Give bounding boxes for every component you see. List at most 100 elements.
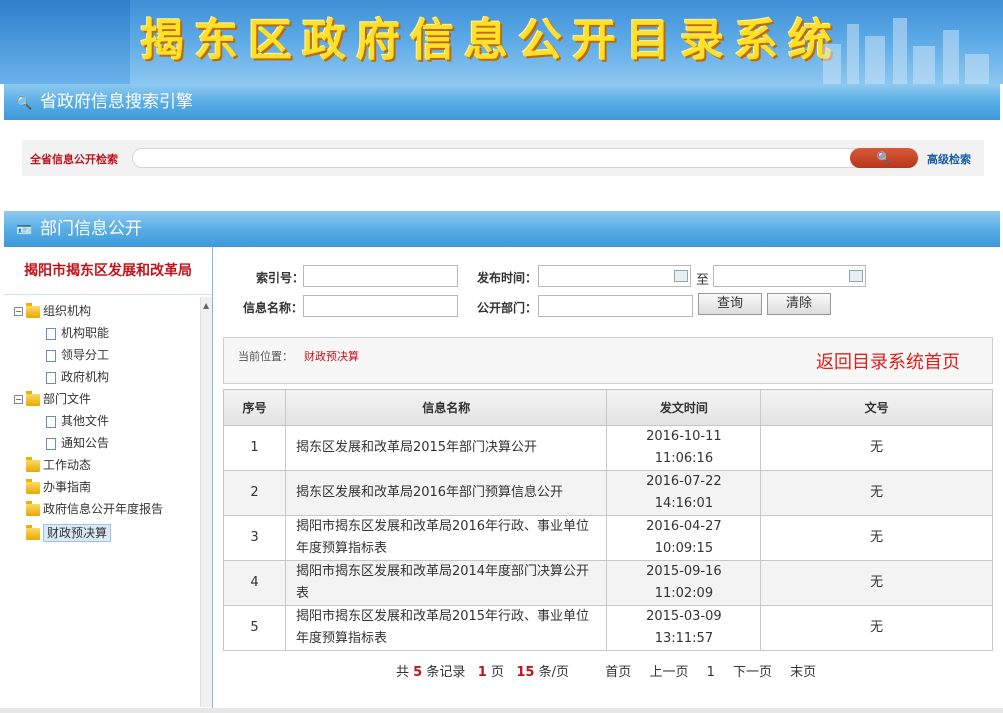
- cell-no: 4: [223, 560, 286, 606]
- cell-date: 2015-03-09 13:11:57: [606, 605, 762, 651]
- pager-current-page[interactable]: 1: [707, 665, 715, 680]
- folder-icon: [26, 456, 40, 472]
- public-dept-input[interactable]: [538, 295, 693, 317]
- clear-button[interactable]: 清除: [767, 293, 831, 315]
- tree-node-leaders[interactable]: 领导分工: [46, 345, 109, 365]
- breadcrumb-label: 当前位置：: [238, 350, 293, 363]
- table-row: 2 揭东区发展和改革局2016年部门预算信息公开 2016-07-22 14:1…: [223, 470, 993, 516]
- col-header-date: 发文时间: [606, 389, 762, 426]
- folder-icon: [26, 478, 40, 494]
- tree-node-other-docs[interactable]: 其他文件: [46, 411, 109, 431]
- search-icon: 🔍: [876, 151, 892, 165]
- category-tree: − 组织机构 机构职能 领导分工 政府机构 − 部门文件 其他文件 通知公告 工作动…: [4, 297, 200, 707]
- tree-node-budget[interactable]: 财政预决算: [26, 523, 112, 543]
- search-area: 全省信息公开检索 🔍 高级检索: [22, 140, 984, 176]
- document-icon: [46, 437, 56, 450]
- pager-total: 5: [413, 665, 423, 680]
- breadcrumb-current[interactable]: 财政预决算: [304, 348, 359, 364]
- cell-date: 2016-07-22 14:16:01: [606, 470, 762, 516]
- date-from-input[interactable]: [538, 265, 691, 287]
- tree-node-gov-agencies[interactable]: 政府机构: [46, 367, 109, 387]
- cell-date: 2016-10-11 11:06:16: [606, 425, 762, 471]
- pager-first-link[interactable]: 首页: [605, 665, 631, 680]
- tree-node-guide[interactable]: 办事指南: [26, 477, 91, 497]
- tree-node-dept-docs[interactable]: − 部门文件: [14, 389, 91, 409]
- tree-node-notices[interactable]: 通知公告: [46, 433, 109, 453]
- breadcrumb: 当前位置： 财政预决算 返回目录系统首页: [223, 337, 993, 384]
- info-name-input[interactable]: [303, 295, 458, 317]
- pagination: 共 5 条记录 1 页 15 条/页 首页 上一页 1 下一页 末页: [396, 661, 830, 680]
- left-panel: 揭阳市揭东区发展和改革局 − 组织机构 机构职能 领导分工 政府机构 − 部门文件 …: [4, 247, 213, 709]
- site-title: 揭东区政府信息公开目录系统: [140, 15, 842, 66]
- folder-icon: [26, 390, 40, 406]
- department-name: 揭阳市揭东区发展和改革局: [4, 247, 212, 295]
- document-icon: [46, 349, 56, 362]
- date-label: 发布时间：: [477, 271, 538, 285]
- document-icon: [46, 327, 56, 340]
- table-header-row: 序号 信息名称 发文时间 文号: [223, 389, 993, 426]
- cell-no: 3: [223, 515, 286, 561]
- cell-docno: 无: [760, 470, 993, 516]
- header-banner: 揭东区政府信息公开目录系统: [0, 0, 1003, 84]
- cell-docno: 无: [760, 425, 993, 471]
- city-skyline-image: [813, 14, 1003, 84]
- folder-icon: [26, 500, 40, 516]
- tree-scrollbar[interactable]: ▲: [200, 297, 212, 707]
- table-row: 1 揭东区发展和改革局2015年部门决算公开 2016-10-11 11:06:…: [223, 425, 993, 471]
- cell-name-link[interactable]: 揭阳市揭东区发展和改革局2014年度部门决算公开表: [284, 560, 608, 606]
- cell-no: 2: [223, 470, 286, 516]
- folder-icon: [26, 524, 40, 540]
- tree-node-functions[interactable]: 机构职能: [46, 323, 109, 343]
- public-dept-label: 公开部门：: [477, 301, 538, 315]
- to-label: 至: [696, 273, 710, 288]
- document-icon: [46, 415, 56, 428]
- province-search-input[interactable]: [132, 148, 918, 168]
- table-row: 5 揭阳市揭东区发展和改革局2015年行政、事业单位年度预算指标表 2015-0…: [223, 605, 993, 651]
- pager-prev-link[interactable]: 上一页: [649, 665, 688, 680]
- cell-docno: 无: [760, 605, 993, 651]
- info-name-label: 信息名称：: [243, 301, 304, 315]
- info-table: 序号 信息名称 发文时间 文号 1 揭东区发展和改革局2015年部门决算公开 2…: [223, 389, 993, 651]
- date-to-input[interactable]: [713, 265, 866, 287]
- calendar-icon[interactable]: [674, 270, 688, 282]
- id-card-icon: 🪪: [16, 223, 33, 238]
- col-header-name: 信息名称: [284, 389, 608, 426]
- tree-node-work-news[interactable]: 工作动态: [26, 455, 91, 475]
- tree-node-org[interactable]: − 组织机构: [14, 301, 91, 321]
- cell-date: 2015-09-16 11:02:09: [606, 560, 762, 606]
- table-row: 4 揭阳市揭东区发展和改革局2014年度部门决算公开表 2015-09-16 1…: [223, 560, 993, 606]
- col-header-no: 序号: [223, 389, 286, 426]
- bottom-divider: [0, 708, 1003, 713]
- pager-pages: 1: [477, 665, 487, 680]
- pager-last-link[interactable]: 末页: [790, 665, 816, 680]
- scroll-up-icon[interactable]: ▲: [203, 301, 209, 310]
- pager-pages-suffix: 页: [490, 665, 504, 680]
- cell-name-link[interactable]: 揭东区发展和改革局2016年部门预算信息公开: [284, 470, 608, 516]
- cell-name-link[interactable]: 揭阳市揭东区发展和改革局2016年行政、事业单位年度预算指标表: [284, 515, 608, 561]
- return-home-link[interactable]: 返回目录系统首页: [816, 348, 960, 374]
- pager-per-page-suffix: 条/页: [538, 665, 569, 680]
- index-input[interactable]: [303, 265, 458, 287]
- dept-section-title: 部门信息公开: [40, 219, 142, 239]
- tree-node-annual-report[interactable]: 政府信息公开年度报告: [26, 499, 163, 519]
- province-search-button[interactable]: 🔍: [850, 148, 918, 168]
- cell-no: 1: [223, 425, 286, 471]
- document-icon: [46, 371, 56, 384]
- cell-docno: 无: [760, 515, 993, 561]
- dept-section-bar: 🪪 部门信息公开: [4, 211, 1000, 247]
- cell-no: 5: [223, 605, 286, 651]
- col-header-docno: 文号: [760, 389, 993, 426]
- pager-per-page: 15: [516, 665, 535, 680]
- search-label: 全省信息公开检索: [30, 153, 118, 166]
- table-row: 3 揭阳市揭东区发展和改革局2016年行政、事业单位年度预算指标表 2016-0…: [223, 515, 993, 561]
- pager-next-link[interactable]: 下一页: [733, 665, 772, 680]
- cell-name-link[interactable]: 揭东区发展和改革局2015年部门决算公开: [284, 425, 608, 471]
- index-label: 索引号：: [256, 271, 305, 285]
- collapse-icon[interactable]: −: [14, 307, 23, 316]
- advanced-search-link[interactable]: 高级检索: [927, 151, 971, 167]
- query-button[interactable]: 查询: [698, 293, 762, 315]
- collapse-icon[interactable]: −: [14, 395, 23, 404]
- cell-name-link[interactable]: 揭阳市揭东区发展和改革局2015年行政、事业单位年度预算指标表: [284, 605, 608, 651]
- calendar-icon[interactable]: [849, 270, 863, 282]
- search-section-bar: 🔍 省政府信息搜索引擎: [4, 84, 1000, 120]
